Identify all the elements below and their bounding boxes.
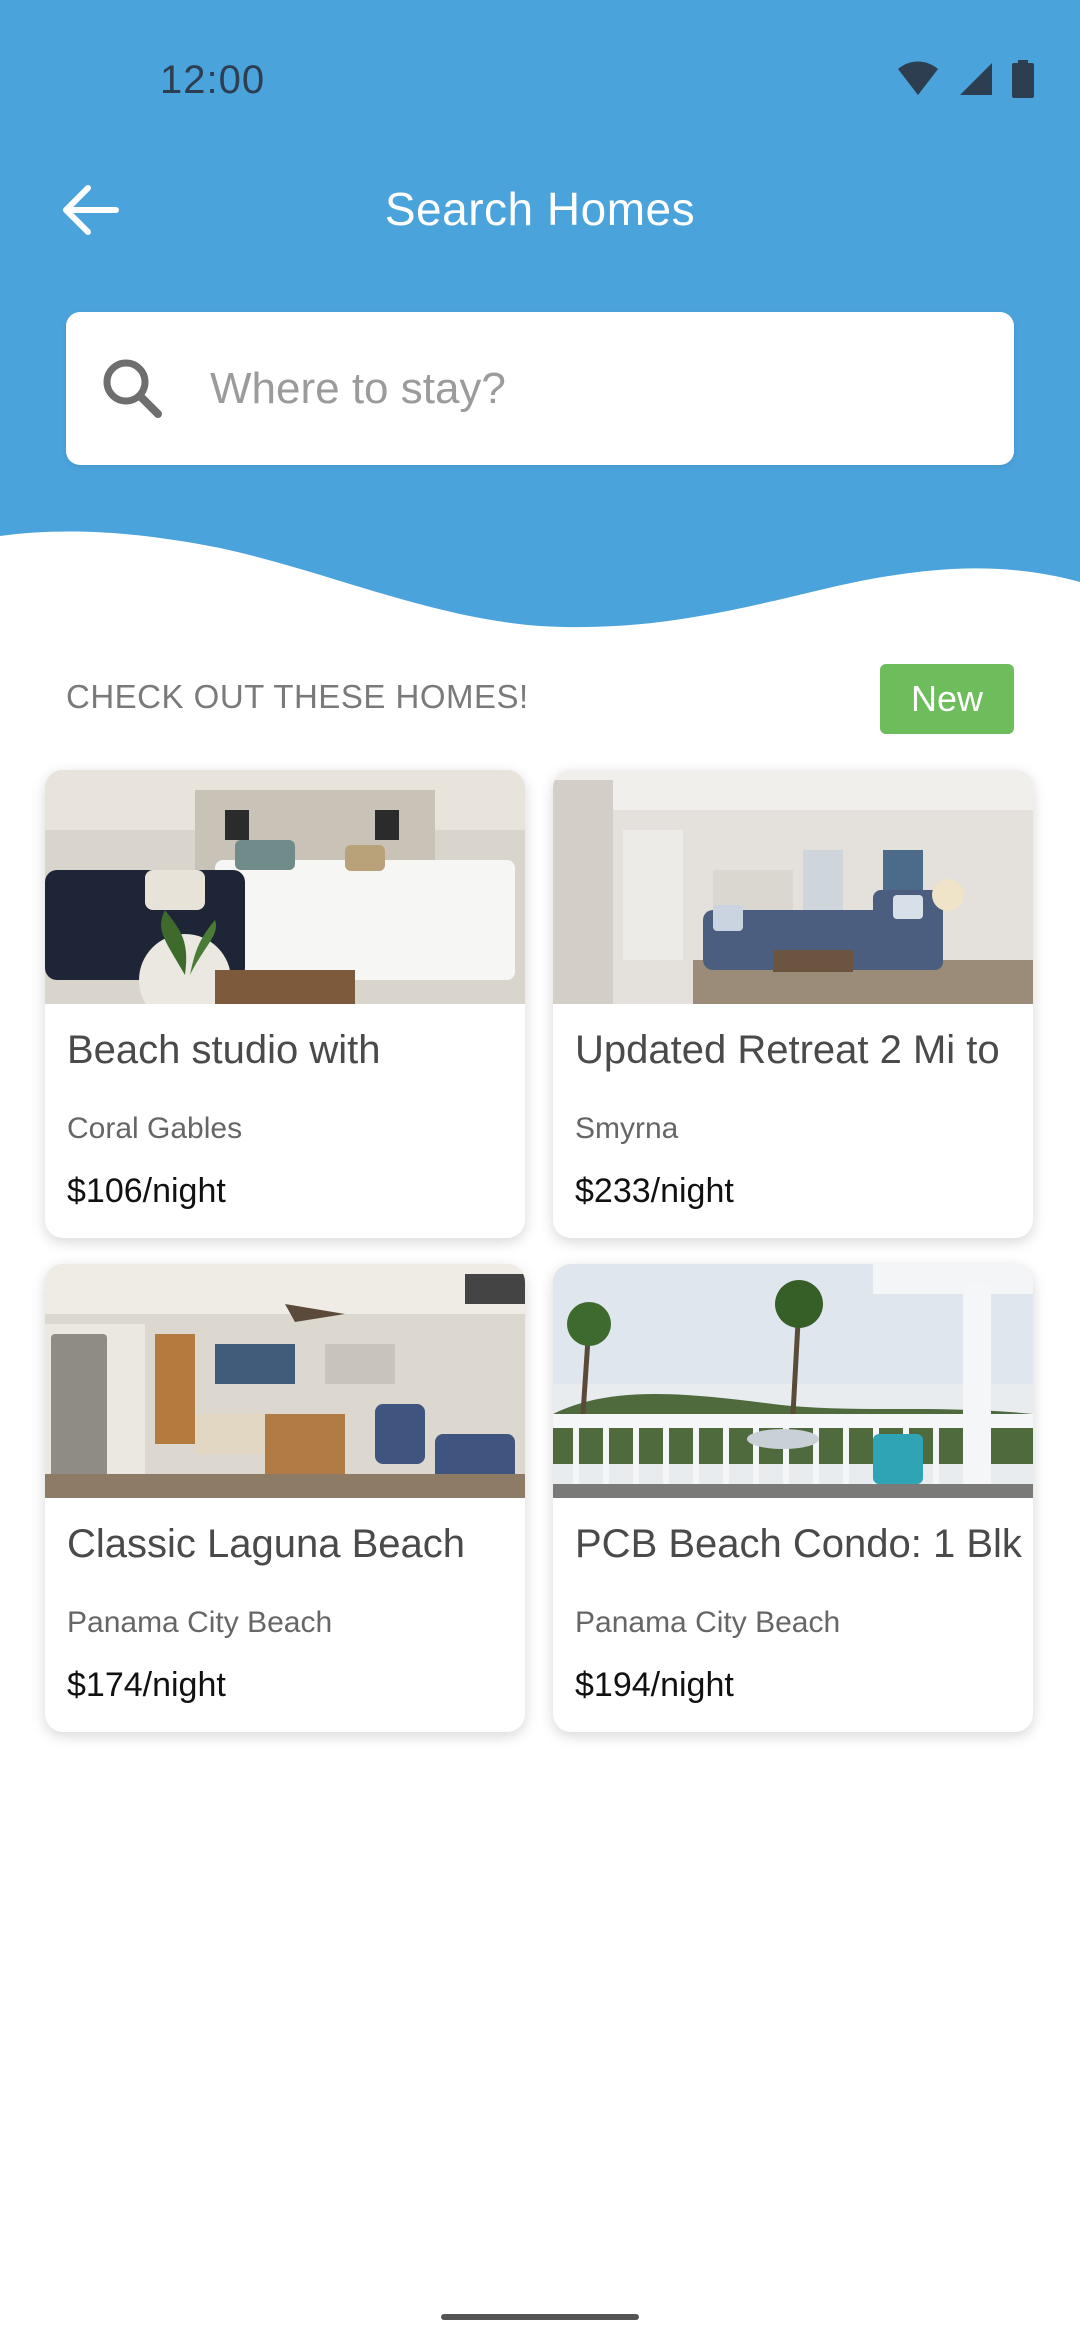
listing-title: Updated Retreat 2 Mi to — [575, 1028, 1000, 1072]
listing-price: $194/night — [575, 1666, 734, 1704]
listing-card[interactable]: Classic Laguna Beach Panama City Beach $… — [45, 1264, 525, 1732]
new-badge[interactable]: New — [880, 664, 1014, 734]
listing-card[interactable]: PCB Beach Condo: 1 Blk Panama City Beach… — [553, 1264, 1033, 1732]
search-icon — [103, 359, 162, 418]
listing-price: $106/night — [67, 1172, 226, 1210]
signal-icon — [960, 63, 992, 95]
balcony-view-photo — [553, 1264, 1033, 1498]
listing-card[interactable]: Updated Retreat 2 Mi to Smyrna $233/nigh… — [553, 770, 1033, 1238]
listing-location: Coral Gables — [67, 1112, 243, 1145]
listing-price: $233/night — [575, 1172, 734, 1210]
living-room-photo — [553, 770, 1033, 1004]
bedroom-photo — [45, 770, 525, 1004]
status-icons — [896, 60, 1034, 98]
listing-location: Panama City Beach — [575, 1606, 841, 1639]
listing-card[interactable]: Beach studio with Coral Gables $106/nigh… — [45, 770, 525, 1238]
listing-location: Panama City Beach — [67, 1606, 333, 1639]
status-bar: 12:00 — [0, 0, 1080, 170]
listing-title: Beach studio with — [67, 1028, 381, 1072]
listing-title: PCB Beach Condo: 1 Blk — [575, 1522, 1022, 1566]
page-title: Search Homes — [384, 183, 696, 235]
status-time: 12:00 — [160, 58, 266, 102]
wifi-icon — [898, 61, 938, 95]
listing-title: Classic Laguna Beach — [67, 1522, 466, 1566]
search-input[interactable] — [208, 340, 972, 438]
listing-price: $174/night — [67, 1666, 226, 1704]
kitchen-dining-photo — [45, 1264, 525, 1498]
home-indicator[interactable] — [441, 2314, 639, 2320]
listing-location: Smyrna — [575, 1112, 679, 1145]
battery-icon — [1012, 60, 1034, 98]
section-heading: CHECK OUT THESE HOMES! — [66, 678, 529, 715]
